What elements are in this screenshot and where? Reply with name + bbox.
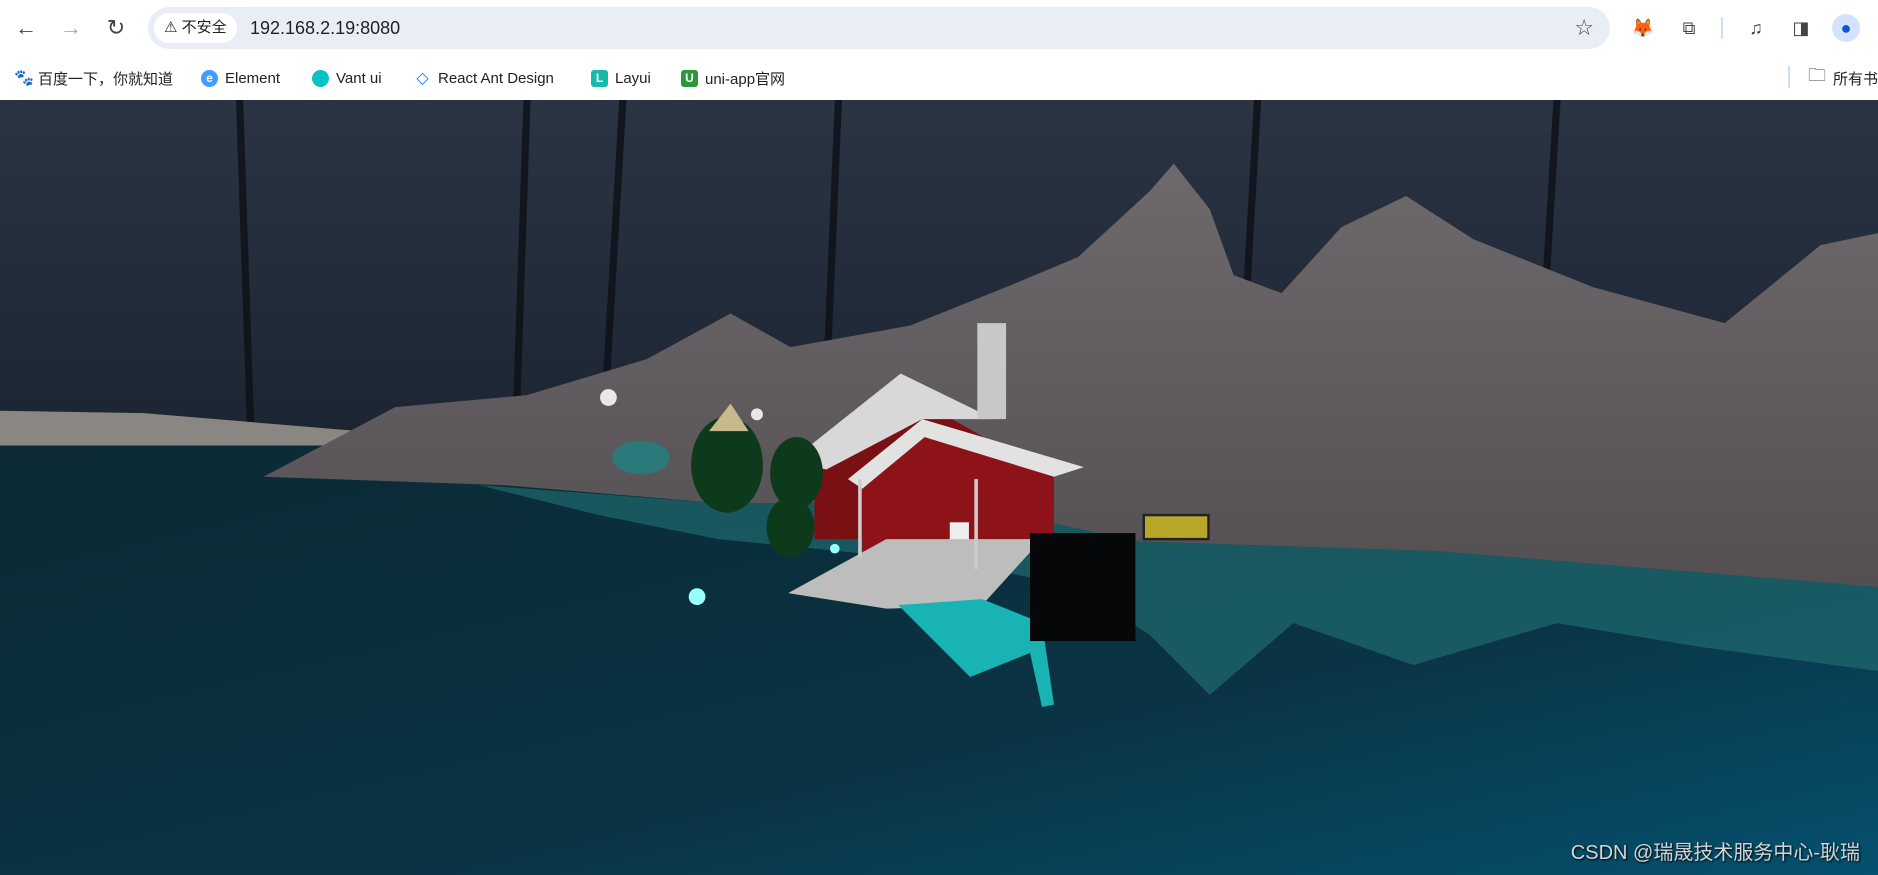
browser-toolbar: ← → ↻ ⚠ 不安全 192.168.2.19:8080 ☆ 🦊 ⧉ ♫ ◨ … [0,0,1878,56]
uniapp-icon: U [681,69,698,87]
antd-icon: ◇ [416,69,429,87]
bench [1142,513,1210,541]
webgl-canvas[interactable]: CSDN @瑞晟技术服务中心-耿瑞 [0,100,1878,875]
all-bookmarks-label: 所有书签 [1833,70,1878,88]
media-icon[interactable]: ♫ [1742,14,1770,42]
folder-icon: 🗀 [1808,65,1826,85]
bookmark-element[interactable]: e Element [201,66,280,90]
bookmark-antd[interactable]: ◇ React Ant Design [414,66,554,90]
bookmark-label: Vant ui [336,69,382,87]
all-bookmarks[interactable]: 🗀 所有书签 [1808,65,1878,90]
bookmark-label: uni-app官网 [705,70,786,88]
address-bar[interactable]: ⚠ 不安全 192.168.2.19:8080 ☆ [148,7,1610,49]
extensions-icon[interactable]: ⧉ [1675,14,1703,42]
bookmark-vant[interactable]: Vant ui [312,66,382,90]
security-label: 不安全 [181,19,227,36]
layui-icon: L [591,69,608,87]
watermark: CSDN @瑞晟技术服务中心-耿瑞 [1570,842,1860,864]
3d-scene [0,100,1878,875]
security-chip[interactable]: ⚠ 不安全 [154,13,237,43]
bookmark-layui[interactable]: L Layui [591,66,651,90]
metamask-icon[interactable]: 🦊 [1629,14,1657,42]
bookmark-baidu[interactable]: 🐾 百度一下，你就知道 [14,66,173,90]
divider [1721,17,1723,39]
bookmark-label: 百度一下，你就知道 [38,70,174,88]
side-panel-icon[interactable]: ◨ [1787,14,1815,42]
baidu-icon: 🐾 [14,69,34,87]
divider [1788,66,1790,88]
bookmark-label: React Ant Design [438,69,554,87]
url-text[interactable]: 192.168.2.19:8080 [250,7,400,49]
star-icon[interactable]: ☆ [1574,7,1594,49]
reload-icon[interactable]: ↻ [100,12,132,44]
bookmark-label: Element [225,69,281,87]
forward-icon[interactable]: → [55,12,87,44]
vant-icon [312,69,329,87]
warning-icon: ⚠ [164,19,178,36]
bookmark-uniapp[interactable]: Uuni-app官网 [681,66,785,90]
glow-light [830,543,840,554]
element-icon: e [201,69,218,87]
bookmarks-bar: 🐾 百度一下，你就知道 e Element Vant ui ◇ React Ant D… [0,56,1878,100]
bookmark-label: Layui [615,69,651,87]
glow-light [688,588,706,606]
profile-icon[interactable]: ● [1832,14,1860,42]
back-icon[interactable]: ← [10,12,42,44]
